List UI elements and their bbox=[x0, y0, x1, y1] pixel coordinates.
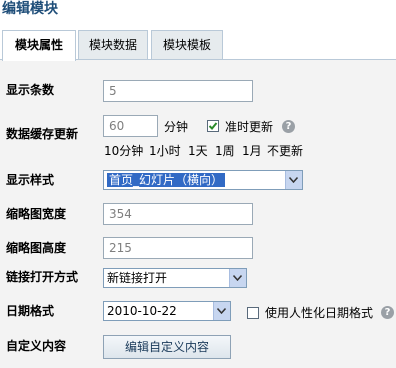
display-style-value: 首页_幻灯片（横向） bbox=[107, 173, 226, 187]
ontime-update-checkbox[interactable] bbox=[207, 120, 219, 132]
thumb-height-input[interactable]: 215 bbox=[103, 237, 253, 259]
quick-option-no-update[interactable]: 不更新 bbox=[267, 143, 303, 159]
cache-unit: 分钟 bbox=[164, 120, 189, 134]
display-style-select[interactable]: 首页_幻灯片（横向） bbox=[103, 170, 303, 190]
tab-module-properties[interactable]: 模块属性 bbox=[2, 30, 76, 61]
display-count-input[interactable]: 5 bbox=[103, 80, 253, 102]
help-icon[interactable]: ? bbox=[282, 120, 295, 133]
quick-option-1day[interactable]: 1天 bbox=[188, 143, 208, 159]
chevron-down-icon bbox=[229, 269, 246, 287]
date-format-select[interactable]: 2010-10-22 bbox=[103, 301, 231, 321]
form-panel: 显示条数 5 数据缓存更新 60 分钟 准时更新 ? 10分钟 1小时 1天 1… bbox=[0, 60, 396, 368]
display-count-label: 显示条数 bbox=[6, 83, 55, 97]
tab-bar: 模块属性 模块数据 模块模板 bbox=[0, 30, 396, 61]
chevron-down-icon bbox=[213, 302, 230, 320]
quick-option-10min[interactable]: 10分钟 bbox=[104, 143, 143, 159]
thumb-width-input[interactable]: 354 bbox=[103, 203, 253, 225]
thumb-width-label: 缩略图宽度 bbox=[6, 207, 67, 221]
link-open-select[interactable]: 新链接打开 bbox=[103, 268, 247, 288]
page-title: 编辑模块 bbox=[2, 1, 58, 17]
checkmark-icon bbox=[208, 122, 218, 130]
custom-content-label: 自定义内容 bbox=[6, 339, 67, 353]
humanize-date-label: 使用人性化日期格式 bbox=[265, 306, 374, 320]
tab-module-data[interactable]: 模块数据 bbox=[78, 30, 148, 59]
tab-module-template[interactable]: 模块模板 bbox=[151, 30, 223, 59]
display-style-label: 显示样式 bbox=[6, 173, 55, 187]
quick-option-1week[interactable]: 1周 bbox=[215, 143, 235, 159]
link-open-label: 链接打开方式 bbox=[6, 270, 79, 284]
ontime-update-label: 准时更新 bbox=[225, 120, 274, 134]
help-icon[interactable]: ? bbox=[381, 306, 394, 319]
cache-update-label: 数据缓存更新 bbox=[6, 127, 79, 141]
date-format-label: 日期格式 bbox=[6, 304, 55, 318]
humanize-date-checkbox[interactable] bbox=[247, 307, 259, 319]
edit-custom-content-button[interactable]: 编辑自定义内容 bbox=[103, 335, 231, 359]
thumb-height-label: 缩略图高度 bbox=[6, 241, 67, 255]
cache-minutes-input[interactable]: 60 bbox=[103, 115, 158, 137]
quick-option-1month[interactable]: 1月 bbox=[242, 143, 262, 159]
quick-option-1hour[interactable]: 1小时 bbox=[149, 143, 181, 159]
link-open-value: 新链接打开 bbox=[107, 271, 168, 285]
chevron-down-icon bbox=[285, 171, 302, 189]
date-format-value: 2010-10-22 bbox=[107, 304, 177, 318]
